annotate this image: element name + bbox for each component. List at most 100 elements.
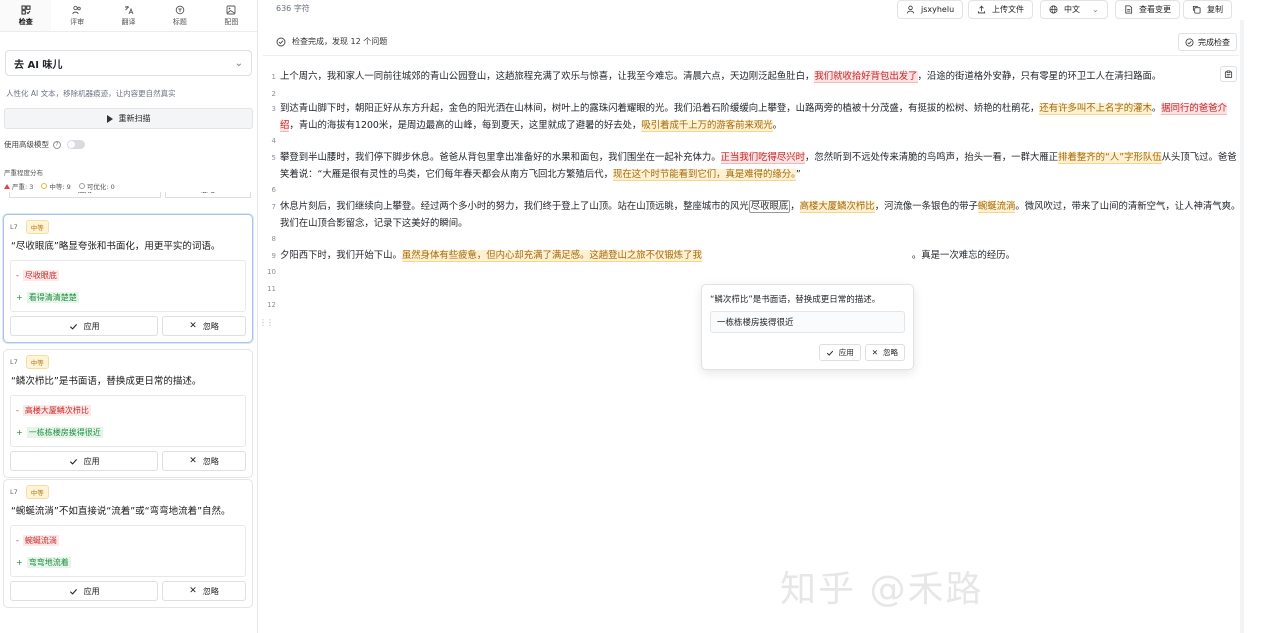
upload-label: 上传文件 bbox=[992, 5, 1024, 14]
issue-highlight-medium[interactable]: 吸引着成千上万的游客前来观光 bbox=[641, 119, 773, 132]
user-button[interactable]: jsxyhelu bbox=[897, 0, 964, 19]
ignore-button[interactable]: ✕ 忽略 bbox=[162, 581, 246, 601]
apply-button[interactable]: 应用 bbox=[10, 316, 159, 336]
upload-button[interactable]: 上传文件 bbox=[968, 0, 1033, 19]
user-name: jsxyhelu bbox=[921, 5, 955, 14]
ignore-button[interactable]: ✕ 忽略 bbox=[162, 451, 246, 471]
issue-card[interactable]: L7 中等 “尽收眼底”略显夸张和书面化，用更平实的词语。 - 尽收眼底 + 看得清… bbox=[3, 214, 253, 343]
line-number: 4 bbox=[271, 137, 276, 145]
issue-highlight-severe[interactable]: 绍 bbox=[280, 119, 290, 132]
severity-distribution: 严重: 3 中等: 9 可优化: 0 bbox=[4, 181, 115, 191]
paragraph[interactable]: 上个周六，我和家人一同前往城郊的青山公园登山，这趟旅程充满了欢乐与惊喜，让我至今… bbox=[280, 69, 1240, 86]
close-icon: ✕ bbox=[189, 321, 197, 331]
apply-label: 应用 bbox=[83, 456, 100, 466]
translate-icon bbox=[124, 5, 133, 14]
mode-description: 人性化 AI 文本，移除机器痕迹，让内容更自然真实 bbox=[6, 89, 176, 98]
tab-review[interactable]: 评审 bbox=[51, 0, 102, 31]
copy-icon bbox=[1192, 5, 1201, 14]
tab-image[interactable]: 配图 bbox=[206, 0, 257, 31]
issue-highlight-medium[interactable]: 排着整齐的“人”字形队伍 bbox=[1058, 152, 1162, 164]
issue-highlight-medium[interactable]: 高楼大厦鳞次栉比 bbox=[799, 201, 875, 213]
issue-card[interactable]: L7 中等 “鳞次栉比”是书面语，替换成更日常的描述。 - 高楼大厦鳞次栉比 + 一… bbox=[3, 349, 253, 478]
chevron-down-icon: ⌄ bbox=[234, 57, 243, 69]
mode-select-value: 去 AI 味儿 bbox=[14, 59, 63, 71]
finish-check-button[interactable]: 完成检查 bbox=[1178, 33, 1237, 51]
image-icon bbox=[226, 5, 236, 14]
advanced-model-label: 使用高级模型 bbox=[4, 140, 49, 149]
paragraph[interactable]: 夕阳西下时，我们开始下山。虽然身体有些疲惫，但内心却充满了满足感。这趟登山之旅不… bbox=[280, 248, 1240, 265]
top-toolbar: 636 字符 jsxyhelu 上传文件 中文 ⌄ 查看变更 复制 bbox=[263, 0, 1270, 19]
popover-apply-button[interactable]: 应用 bbox=[818, 344, 861, 361]
medium-circle-icon bbox=[41, 183, 48, 189]
issue-line: L7 bbox=[10, 358, 18, 366]
issue-diff: - 高楼大厦鳞次栉比 + 一栋栋楼房挨得很近 bbox=[10, 395, 246, 447]
editor-scrollbar[interactable] bbox=[1240, 20, 1244, 633]
line-number: 12 bbox=[267, 301, 276, 309]
apply-label: 应用 bbox=[83, 586, 100, 596]
issue-message: “蜿蜒流淌”不如直接说“流着”或“弯弯地流着”自然。 bbox=[11, 506, 231, 517]
mode-select[interactable]: 去 AI 味儿 ⌄ bbox=[5, 50, 252, 76]
apply-button[interactable]: 应用 bbox=[10, 581, 159, 601]
diff-removed: - 高楼大厦鳞次栉比 bbox=[16, 404, 91, 416]
advanced-model-toggle[interactable] bbox=[67, 140, 85, 149]
copy-button[interactable]: 复制 bbox=[1183, 0, 1232, 19]
sidebar: 检查 评审 翻译 标题 配图 去 AI 味儿 ⌄ 人性化 AI 文本，移除机器痕… bbox=[0, 0, 258, 633]
popover-suggestion[interactable]: 一栋栋楼房挨得很近 bbox=[710, 311, 905, 333]
issue-card[interactable]: L7 中等 “蜿蜒流淌”不如直接说“流着”或“弯弯地流着”自然。 - 蜿蜒流淌 +… bbox=[3, 479, 253, 608]
ignore-label: 忽略 bbox=[202, 321, 219, 331]
chevron-down-icon: ⌄ bbox=[1092, 5, 1099, 14]
warning-triangle-icon bbox=[4, 183, 10, 189]
ignore-button[interactable]: ✕ 忽略 bbox=[162, 316, 246, 336]
issue-highlight-medium[interactable]: 现在这个时节能看到它们，真是难得的缘分。 bbox=[613, 168, 796, 181]
paragraph[interactable]: 休息片刻后，我们继续向上攀登。经过两个多小时的努力，我们终于登上了山顶。站在山顶… bbox=[280, 199, 1240, 232]
popover-ignore-label: 忽略 bbox=[883, 348, 898, 357]
severity-badge: 中等 bbox=[25, 355, 49, 369]
apply-button[interactable]: 应用 bbox=[10, 451, 159, 471]
issue-highlight-medium[interactable]: 这趟登山之旅不仅锻炼了我 bbox=[589, 250, 702, 262]
check-icon bbox=[69, 323, 77, 330]
issue-message: “鳞次栉比”是书面语，替换成更日常的描述。 bbox=[11, 376, 202, 387]
issue-highlight-medium[interactable]: 蜿蜒流淌 bbox=[977, 201, 1016, 213]
copy-label: 复制 bbox=[1207, 5, 1223, 14]
app-window: 检查 评审 翻译 标题 配图 去 AI 味儿 ⌄ 人性化 AI 文本，移除机器痕… bbox=[0, 0, 1270, 633]
view-changes-label: 查看变更 bbox=[1139, 5, 1171, 14]
issue-highlight-medium[interactable]: 虽然身体有些疲惫，但内心却充满了满足感。 bbox=[401, 250, 590, 262]
issue-list[interactable]: 应用 忽略 L7 中等 “尽收眼底”略显夸张和书面化，用更平实的词语。 -尽收眼… bbox=[0, 192, 257, 633]
previous-apply-button[interactable]: 应用 bbox=[9, 192, 161, 198]
issue-line: L7 bbox=[10, 488, 18, 496]
rescan-button[interactable]: 重新扫描 bbox=[4, 108, 253, 129]
issue-highlight-severe[interactable]: 据同行的爸爸介 bbox=[1161, 103, 1227, 115]
popover-apply-label: 应用 bbox=[838, 348, 854, 357]
users-icon bbox=[72, 5, 81, 14]
tab-check-label: 检查 bbox=[18, 17, 33, 26]
close-icon: ✕ bbox=[189, 586, 197, 596]
popover-ignore-button[interactable]: ✕ 忽略 bbox=[864, 344, 905, 361]
editor-pane: 636 字符 jsxyhelu 上传文件 中文 ⌄ 查看变更 复制 检查完成，发… bbox=[263, 0, 1270, 633]
text-editor[interactable]: 1 2 3 4 5 6 7 8 9 10 11 12 上个周六，我和家人一同前往… bbox=[263, 64, 1240, 624]
issue-highlight-medium[interactable]: 还有许多叫不上名字的灌木 bbox=[1039, 103, 1152, 115]
check-circle-icon bbox=[276, 37, 286, 46]
paragraph[interactable]: 到达青山脚下时，朝阳正好从东方升起，金色的阳光洒在山林间，树叶上的露珠闪着耀眼的… bbox=[280, 101, 1240, 134]
check-status-bar: 检查完成，发现 12 个问题 bbox=[263, 28, 1239, 56]
issue-highlight-selected[interactable]: 尽收眼底 bbox=[748, 200, 791, 213]
issue-highlight-severe[interactable]: 我们就收拾好背包出发了 bbox=[814, 71, 918, 83]
diff-removed: - 尽收眼底 bbox=[16, 269, 59, 281]
ignore-label: 忽略 bbox=[202, 586, 219, 596]
severity-distribution-title: 严重程度分布 bbox=[4, 169, 43, 177]
previous-ignore-button[interactable]: 忽略 bbox=[165, 192, 251, 198]
issue-message: “尽收眼底”略显夸张和书面化，用更平实的词语。 bbox=[11, 241, 221, 252]
line-number: 2 bbox=[271, 90, 276, 98]
issue-highlight-severe[interactable]: 正当我们吃得尽兴时 bbox=[720, 152, 806, 164]
view-changes-button[interactable]: 查看变更 bbox=[1115, 0, 1180, 19]
diff-added: + 弯弯地流着 bbox=[16, 556, 71, 568]
close-icon: ✕ bbox=[189, 456, 197, 466]
title-icon bbox=[175, 5, 185, 14]
char-count: 636 字符 bbox=[276, 4, 310, 13]
tab-translate[interactable]: 翻译 bbox=[103, 0, 154, 31]
tab-check[interactable]: 检查 bbox=[0, 0, 52, 31]
help-icon[interactable]: ? bbox=[53, 140, 61, 149]
language-select[interactable]: 中文 ⌄ bbox=[1040, 0, 1108, 19]
paragraph[interactable]: 攀登到半山腰时，我们停下脚步休息。爸爸从背包里拿出准备好的水果和面包，我们围坐在… bbox=[280, 150, 1240, 183]
user-icon bbox=[906, 5, 915, 14]
tab-title[interactable]: 标题 bbox=[154, 0, 205, 31]
